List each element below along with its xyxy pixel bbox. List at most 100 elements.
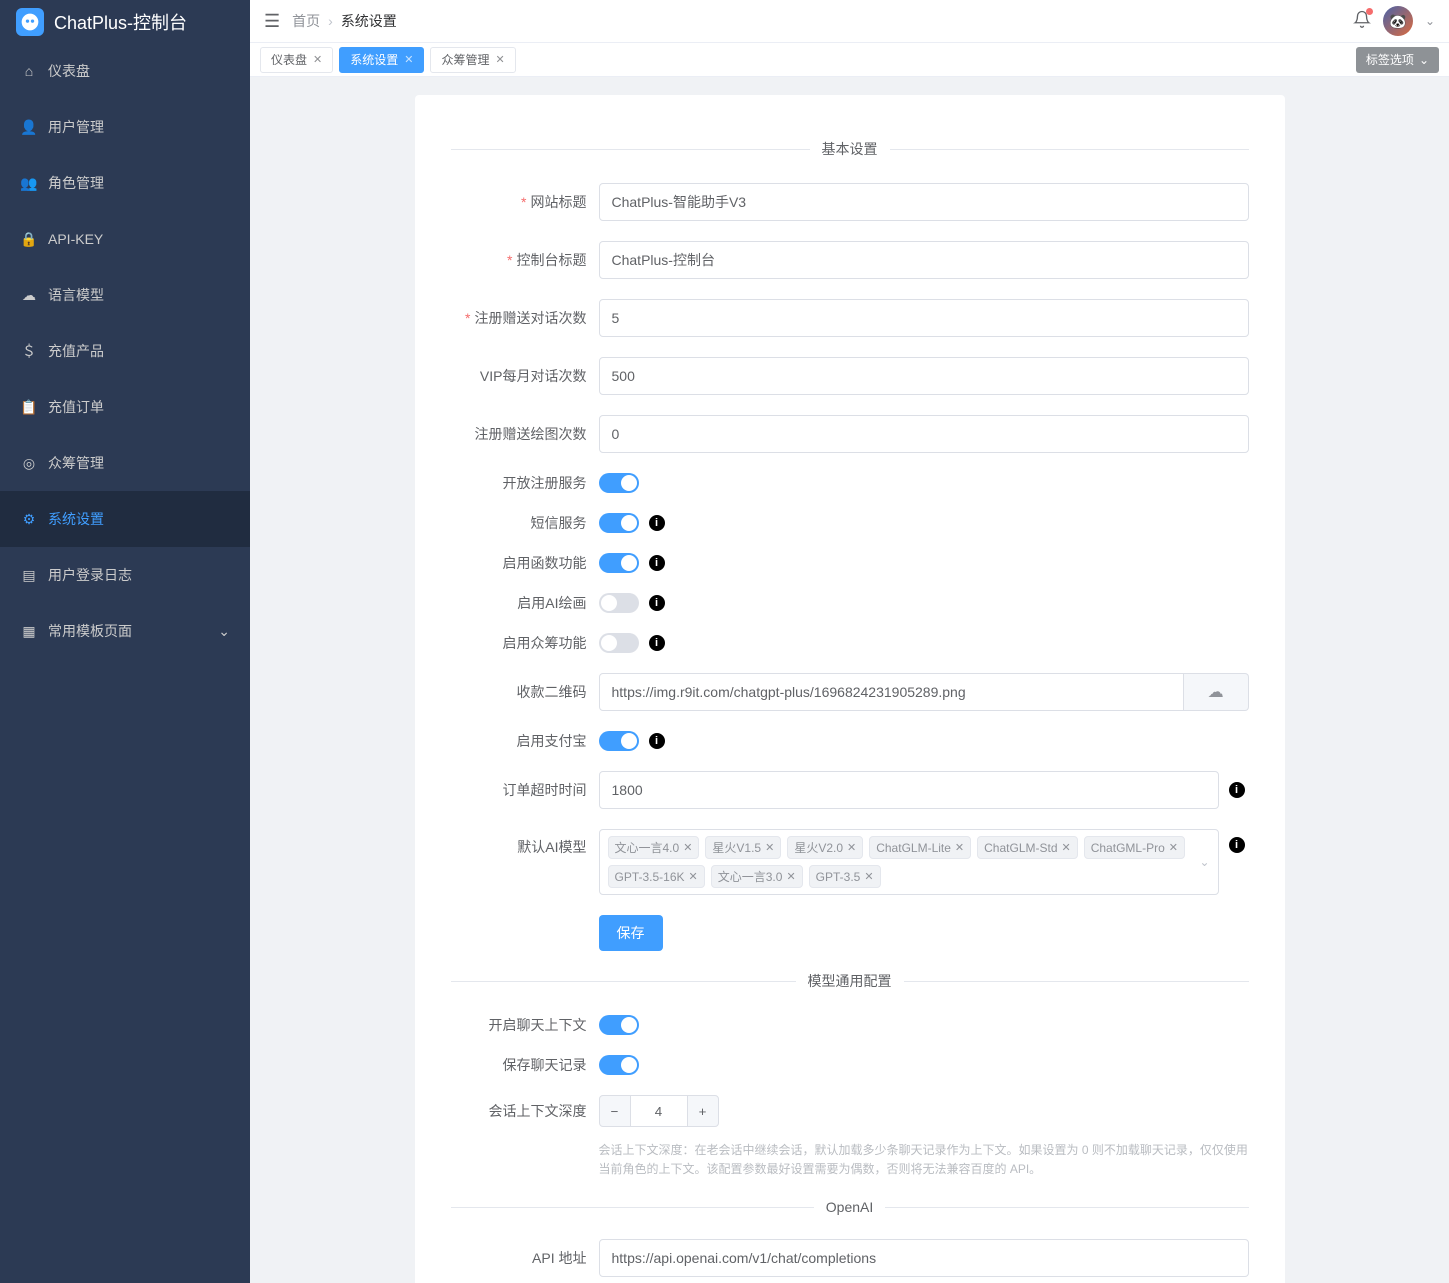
close-icon[interactable]: ✕ xyxy=(765,841,774,854)
breadcrumb-home[interactable]: 首页 xyxy=(292,11,320,31)
dollar-icon: ＄ xyxy=(20,341,38,361)
template-icon: ▦ xyxy=(20,623,38,640)
label-qrcode: 收款二维码 xyxy=(451,682,599,702)
order-icon: 📋 xyxy=(20,399,38,416)
section-basic-title: 基本设置 xyxy=(810,139,890,159)
label-enable-ai-draw: 启用AI绘画 xyxy=(451,593,599,613)
close-icon[interactable]: ✕ xyxy=(495,53,504,66)
sidebar-item-orders[interactable]: 📋充值订单 xyxy=(0,379,250,435)
notification-bell-icon[interactable] xyxy=(1353,10,1371,33)
close-icon[interactable]: ✕ xyxy=(1062,841,1071,854)
decrement-button[interactable]: − xyxy=(599,1095,631,1127)
section-model-title: 模型通用配置 xyxy=(796,971,904,991)
context-depth-input[interactable] xyxy=(631,1095,687,1127)
label-enable-crowd: 启用众筹功能 xyxy=(451,633,599,653)
breadcrumb-current: 系统设置 xyxy=(341,11,397,31)
sidebar-item-products[interactable]: ＄充值产品 xyxy=(0,323,250,379)
enable-func-switch[interactable] xyxy=(599,553,639,573)
sidebar-item-roles[interactable]: 👥角色管理 xyxy=(0,155,250,211)
enable-context-switch[interactable] xyxy=(599,1015,639,1035)
model-tag: ChatGLM-Lite✕ xyxy=(869,836,971,859)
sidebar-item-crowdfund[interactable]: ◎众筹管理 xyxy=(0,435,250,491)
sms-switch[interactable] xyxy=(599,513,639,533)
model-tag: ChatGML-Pro✕ xyxy=(1084,836,1185,859)
sidebar-item-settings[interactable]: ⚙系统设置 xyxy=(0,491,250,547)
tab-crowdfund[interactable]: 众筹管理✕ xyxy=(430,47,515,73)
tab-settings[interactable]: 系统设置✕ xyxy=(339,47,424,73)
close-icon[interactable]: ✕ xyxy=(786,870,795,883)
label-vip-chat: VIP每月对话次数 xyxy=(451,366,599,386)
api-url-input[interactable] xyxy=(599,1239,1249,1277)
close-icon[interactable]: ✕ xyxy=(683,841,692,854)
enable-alipay-switch[interactable] xyxy=(599,731,639,751)
context-depth-stepper[interactable]: − + xyxy=(599,1095,719,1127)
console-title-input[interactable] xyxy=(599,241,1249,279)
tag-options-button[interactable]: 标签选项⌄ xyxy=(1356,47,1439,73)
notification-dot-icon xyxy=(1366,8,1373,15)
model-tag: 星火V1.5✕ xyxy=(705,836,781,859)
roles-icon: 👥 xyxy=(20,175,38,192)
sidebar-item-apikey[interactable]: 🔒API-KEY xyxy=(0,211,250,267)
sidebar-item-templates[interactable]: ▦常用模板页面⌄ xyxy=(0,603,250,659)
enable-ai-draw-switch[interactable] xyxy=(599,593,639,613)
user-dropdown-icon[interactable]: ⌄ xyxy=(1425,14,1435,28)
info-icon[interactable]: i xyxy=(649,733,665,749)
open-register-switch[interactable] xyxy=(599,473,639,493)
info-icon[interactable]: i xyxy=(1229,782,1245,798)
label-sms: 短信服务 xyxy=(451,513,599,533)
enable-crowd-switch[interactable] xyxy=(599,633,639,653)
model-tag: 文心一言3.0✕ xyxy=(711,865,803,888)
save-button[interactable]: 保存 xyxy=(599,915,663,951)
qrcode-input[interactable] xyxy=(599,673,1184,711)
label-default-models: 默认AI模型 xyxy=(451,829,599,857)
close-icon[interactable]: ✕ xyxy=(955,841,964,854)
reg-draw-input[interactable] xyxy=(599,415,1249,453)
upload-button[interactable]: ☁ xyxy=(1184,673,1249,711)
info-icon[interactable]: i xyxy=(1229,837,1245,853)
sidebar-item-users[interactable]: 👤用户管理 xyxy=(0,99,250,155)
close-icon[interactable]: ✕ xyxy=(864,870,873,883)
label-order-timeout: 订单超时时间 xyxy=(451,780,599,800)
model-tag: 星火V2.0✕ xyxy=(787,836,863,859)
label-reg-chat: *注册赠送对话次数 xyxy=(451,308,599,328)
label-save-history: 保存聊天记录 xyxy=(451,1055,599,1075)
increment-button[interactable]: + xyxy=(687,1095,719,1127)
order-timeout-input[interactable] xyxy=(599,771,1219,809)
tab-dashboard[interactable]: 仪表盘✕ xyxy=(260,47,333,73)
chevron-down-icon[interactable]: ⌄ xyxy=(1199,855,1209,869)
sidebar-item-dashboard[interactable]: ⌂仪表盘 xyxy=(0,43,250,99)
info-icon[interactable]: i xyxy=(649,635,665,651)
label-open-register: 开放注册服务 xyxy=(451,473,599,493)
model-tag: GPT-3.5-16K✕ xyxy=(608,865,705,888)
breadcrumb: 首页 › 系统设置 xyxy=(292,11,397,31)
brain-icon: ☁ xyxy=(20,287,38,304)
close-icon[interactable]: ✕ xyxy=(313,53,322,66)
close-icon[interactable]: ✕ xyxy=(847,841,856,854)
close-icon[interactable]: ✕ xyxy=(404,53,413,66)
sidebar-item-models[interactable]: ☁语言模型 xyxy=(0,267,250,323)
chevron-down-icon: ⌄ xyxy=(1419,53,1429,67)
site-title-input[interactable] xyxy=(599,183,1249,221)
log-icon: ▤ xyxy=(20,567,38,584)
save-history-switch[interactable] xyxy=(599,1055,639,1075)
user-icon: 👤 xyxy=(20,119,38,136)
label-enable-alipay: 启用支付宝 xyxy=(451,731,599,751)
app-logo: ChatPlus-控制台 xyxy=(0,0,250,43)
sidebar-item-login-log[interactable]: ▤用户登录日志 xyxy=(0,547,250,603)
avatar[interactable]: 🐼 xyxy=(1383,6,1413,36)
default-models-select[interactable]: 文心一言4.0✕ 星火V1.5✕ 星火V2.0✕ ChatGLM-Lite✕ C… xyxy=(599,829,1219,895)
logo-icon xyxy=(16,8,44,36)
lock-icon: 🔒 xyxy=(20,231,38,248)
model-tag: GPT-3.5✕ xyxy=(809,865,881,888)
menu-toggle-icon[interactable]: ☰ xyxy=(264,11,280,32)
gear-icon: ⚙ xyxy=(20,511,38,528)
reg-chat-input[interactable] xyxy=(599,299,1249,337)
close-icon[interactable]: ✕ xyxy=(1169,841,1178,854)
model-tag: ChatGLM-Std✕ xyxy=(977,836,1078,859)
info-icon[interactable]: i xyxy=(649,555,665,571)
vip-chat-input[interactable] xyxy=(599,357,1249,395)
info-icon[interactable]: i xyxy=(649,595,665,611)
label-api-url: API 地址 xyxy=(451,1248,599,1268)
close-icon[interactable]: ✕ xyxy=(689,870,698,883)
info-icon[interactable]: i xyxy=(649,515,665,531)
